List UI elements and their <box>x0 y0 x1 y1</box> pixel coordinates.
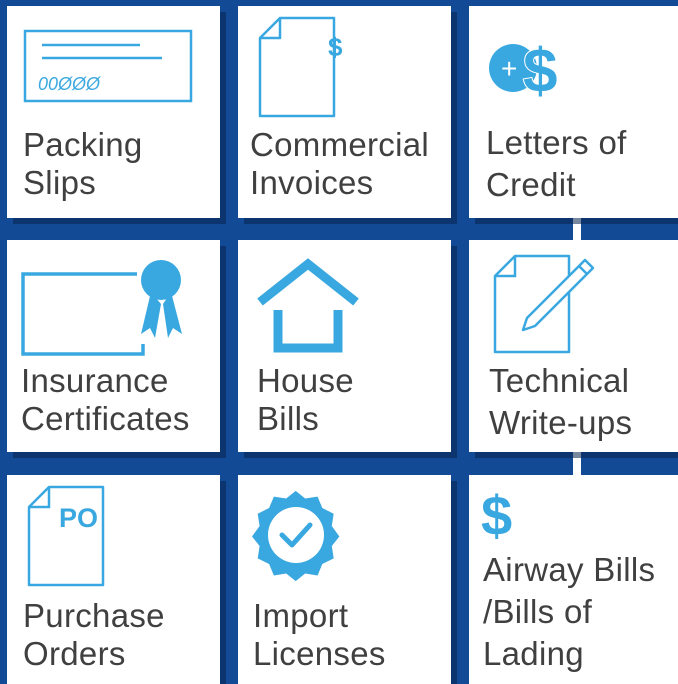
house-icon <box>256 258 362 354</box>
dollar-sign: $ <box>481 484 512 547</box>
tile-label: Insurance Certificates <box>21 362 190 438</box>
tile-label: Airway Bills /Bills of Lading <box>483 549 655 675</box>
dollar-sign: $ <box>523 37 557 106</box>
po-document-icon: PO <box>27 485 127 589</box>
label-line: Purchase <box>23 597 165 634</box>
label-line: Airway Bills <box>483 551 656 588</box>
label-line: Certificates <box>21 400 190 437</box>
po-badge: PO <box>59 503 98 533</box>
verified-badge-icon <box>252 489 344 582</box>
label-line: Orders <box>23 635 126 672</box>
check-icon: 00ØØØ <box>23 29 194 104</box>
label-line: /Bills of <box>483 593 593 630</box>
tile-packing-slips[interactable]: 00ØØØ Packing Slips <box>7 6 220 218</box>
dollar-icon: $ <box>481 481 521 547</box>
tile-import-licenses[interactable]: Import Licenses <box>238 475 451 684</box>
label-line: Technical <box>489 362 630 399</box>
invoice-icon: $ <box>258 16 358 120</box>
tile-airway-bills[interactable]: $ Airway Bills /Bills of Lading <box>469 475 678 684</box>
label-line: Letters of <box>486 124 627 161</box>
pencil-icon <box>493 254 597 354</box>
label-line: Slips <box>23 164 97 201</box>
label-line: Invoices <box>250 164 374 201</box>
label-line: Credit <box>486 166 576 203</box>
tile-label: Packing Slips <box>23 126 143 202</box>
label-line: Insurance <box>21 362 169 399</box>
label-line: Commercial <box>250 126 430 163</box>
tile-purchase-orders[interactable]: PO Purchase Orders <box>7 475 220 684</box>
tile-letters-of-credit[interactable]: + $ Letters of Credit <box>469 6 678 218</box>
tile-label: House Bills <box>257 362 354 438</box>
dollar-sign: $ <box>328 32 343 62</box>
label-line: Write-ups <box>489 404 633 441</box>
label-line: House <box>257 362 354 399</box>
tile-label: Commercial Invoices <box>250 126 429 202</box>
tile-label: Purchase Orders <box>23 597 165 673</box>
check-digits: 00ØØØ <box>38 74 101 94</box>
document-types-grid: 00ØØØ Packing Slips $ Commercial Invoice… <box>0 0 678 684</box>
tile-label: Letters of Credit <box>486 122 627 206</box>
label-line: Bills <box>257 400 320 437</box>
tile-commercial-invoices[interactable]: $ Commercial Invoices <box>238 6 451 218</box>
label-line: Packing <box>23 126 143 163</box>
connector-line <box>573 450 581 478</box>
label-line: Import <box>253 597 349 634</box>
add-dollar-icon: + $ <box>487 36 567 107</box>
tile-label: Technical Write-ups <box>489 360 632 444</box>
label-line: Lading <box>483 635 584 672</box>
tile-insurance-certificates[interactable]: Insurance Certificates <box>7 240 220 452</box>
certificate-icon <box>21 252 182 356</box>
tile-technical-write-ups[interactable]: Technical Write-ups <box>469 240 678 452</box>
label-line: Licenses <box>253 635 386 672</box>
tile-label: Import Licenses <box>253 597 386 673</box>
plus-sign: + <box>501 53 517 84</box>
tile-house-bills[interactable]: House Bills <box>238 240 451 452</box>
